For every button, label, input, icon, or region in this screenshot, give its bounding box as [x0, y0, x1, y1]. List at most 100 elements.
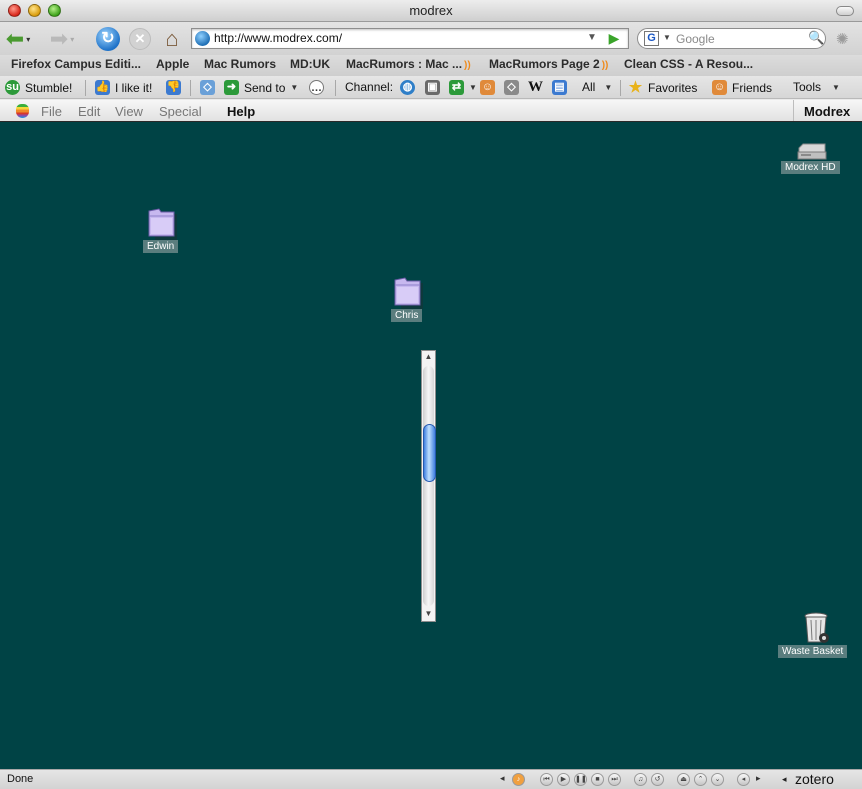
bookmark-item[interactable]: MD:UK — [290, 57, 330, 71]
bookmark-item[interactable]: Clean CSS - A Resou... — [624, 57, 753, 71]
comment-button[interactable]: … — [309, 80, 324, 95]
bookmark-item[interactable]: Apple — [156, 57, 189, 71]
menu-view[interactable]: View — [115, 104, 143, 119]
google-engine-icon[interactable]: G — [644, 31, 659, 46]
tools-dropdown[interactable]: Tools ▼ — [793, 80, 840, 94]
desktop: Modrex HD Edwin Chris ▲ ▼ Waste Basket — [0, 122, 862, 769]
toolbar-toggle-button[interactable] — [836, 6, 854, 16]
channel-label: Channel: — [345, 80, 394, 94]
like-button[interactable]: 👍 I like it! — [95, 80, 152, 95]
stop-icon: ✕ — [129, 28, 151, 50]
media-back-icon[interactable]: ⏮ — [540, 773, 553, 786]
shuffle-icon: ⇄ — [449, 80, 464, 95]
send-arrow-icon: ➜ — [224, 80, 239, 95]
site-globe-icon — [195, 31, 210, 46]
tag-button[interactable]: ◇ — [200, 80, 215, 95]
forward-button[interactable]: ➡ ▾ — [48, 26, 76, 52]
channel-photo-button[interactable]: ▤ — [552, 80, 567, 95]
media-note-icon[interactable]: ♫ — [634, 773, 647, 786]
channel-tag-button[interactable]: ◇ — [504, 80, 519, 95]
go-button[interactable]: ▶ — [604, 28, 624, 48]
apple-menu-icon[interactable] — [16, 104, 29, 118]
friends-button[interactable]: ☺ Friends — [712, 80, 772, 95]
throbber-icon: ✺ — [836, 31, 849, 48]
url-input[interactable]: http://www.modrex.com/ — [214, 31, 342, 45]
dislike-button[interactable]: 👎 — [166, 80, 181, 95]
people-icon: ☺ — [480, 80, 495, 95]
magnifier-icon[interactable]: 🔍 — [808, 30, 824, 46]
hard-drive-icon — [797, 143, 827, 160]
rss-feed-icon: )) — [601, 60, 609, 71]
thumbs-down-icon: 👎 — [166, 80, 181, 95]
menu-help[interactable]: Help — [227, 104, 255, 119]
folder-icon — [394, 277, 423, 309]
home-button[interactable]: ⌂ — [158, 26, 186, 52]
chevron-down-icon: ▼ — [604, 82, 613, 92]
zotero-button[interactable]: zotero — [795, 771, 834, 787]
scroll-thumb[interactable] — [423, 424, 436, 482]
tag-icon: ◇ — [200, 80, 215, 95]
search-input[interactable]: Google — [676, 32, 715, 46]
desktop-menu-bar: File Edit View Special Help Modrex — [0, 100, 862, 122]
media-play-icon[interactable]: ▶ — [557, 773, 570, 786]
menu-file[interactable]: File — [41, 104, 62, 119]
channel-wikipedia-button[interactable]: W — [528, 80, 543, 95]
photo-icon: ▤ — [552, 80, 567, 95]
back-button[interactable]: ⬅ ▾ — [4, 26, 32, 52]
media-forward-icon[interactable]: ⏭ — [608, 773, 621, 786]
globe-icon: ◍ — [400, 80, 415, 95]
media-repeat-icon[interactable]: ↺ — [651, 773, 664, 786]
bookmark-feed-item[interactable]: MacRumors Page 2)) — [489, 57, 608, 71]
bookmark-item[interactable]: Mac Rumors — [204, 57, 276, 71]
stumble-button[interactable]: su Stumble! — [5, 80, 72, 95]
go-arrow-icon: ▶ — [608, 29, 620, 46]
home-icon: ⌂ — [165, 26, 179, 51]
media-volume-icon[interactable]: ◂ — [737, 773, 750, 786]
channel-shuffle-button[interactable]: ⇄ ▼ — [449, 80, 477, 95]
bookmark-feed-item[interactable]: MacRumors : Mac ...)) — [346, 57, 471, 71]
stop-button[interactable]: ✕ — [126, 26, 154, 52]
toolbar-separator — [335, 80, 336, 96]
music-note-icon[interactable]: ♪ — [512, 773, 525, 786]
scroll-track[interactable] — [423, 366, 436, 606]
scroll-down-arrow-icon[interactable]: ▼ — [423, 608, 434, 620]
search-box[interactable]: G ▼ Google 🔍 — [637, 28, 826, 49]
media-pause-icon[interactable]: ❚❚ — [574, 773, 587, 786]
media-up-icon[interactable]: ⌃ — [694, 773, 707, 786]
channel-web-button[interactable]: ◍ — [400, 80, 415, 95]
desktop-icon-label: Edwin — [143, 240, 179, 253]
search-engine-dropdown-icon[interactable]: ▼ — [663, 33, 671, 42]
menu-brand[interactable]: Modrex — [793, 100, 859, 121]
zotero-arrow-icon[interactable]: ◂ — [782, 774, 787, 785]
window-title-bar: modrex — [0, 0, 862, 22]
media-next-arrow-icon[interactable]: ▸ — [756, 773, 761, 784]
url-history-dropdown-icon[interactable]: ▼ — [587, 32, 597, 43]
channel-video-button[interactable]: ▣ — [425, 80, 440, 95]
desktop-icon-label: Waste Basket — [778, 645, 848, 658]
status-text: Done — [7, 773, 34, 785]
desktop-icon-label: Chris — [391, 309, 423, 322]
media-down-icon[interactable]: ⌄ — [711, 773, 724, 786]
star-icon: ★ — [628, 79, 643, 96]
url-bar[interactable]: http://www.modrex.com/ ▼ — [191, 28, 629, 49]
favorites-button[interactable]: ★ Favorites — [628, 79, 698, 96]
media-prev-arrow-icon[interactable]: ◂ — [500, 773, 505, 784]
reload-button[interactable]: ↻ — [94, 26, 122, 52]
rss-feed-icon: )) — [464, 60, 471, 71]
toolbar-separator — [190, 80, 191, 96]
toolbar-separator — [620, 80, 621, 96]
bookmarks-toolbar: Firefox Campus Editi... Apple Mac Rumors… — [0, 55, 862, 76]
channel-all-dropdown[interactable]: All ▼ — [582, 80, 612, 94]
bookmark-item[interactable]: Firefox Campus Editi... — [11, 57, 141, 71]
menu-special[interactable]: Special — [159, 104, 202, 119]
reload-icon: ↻ — [96, 27, 120, 51]
scroll-up-arrow-icon[interactable]: ▲ — [423, 351, 434, 363]
media-eject-icon[interactable]: ⏏ — [677, 773, 690, 786]
channel-people-button[interactable]: ☺ — [480, 80, 495, 95]
menu-edit[interactable]: Edit — [78, 104, 100, 119]
speech-bubble-icon: … — [309, 80, 324, 95]
vertical-scrollbar[interactable]: ▲ ▼ — [421, 350, 436, 622]
send-to-button[interactable]: ➜ Send to ▼ — [224, 80, 298, 95]
send-to-dropdown-icon: ▼ — [290, 83, 299, 92]
media-stop-icon[interactable]: ■ — [591, 773, 604, 786]
